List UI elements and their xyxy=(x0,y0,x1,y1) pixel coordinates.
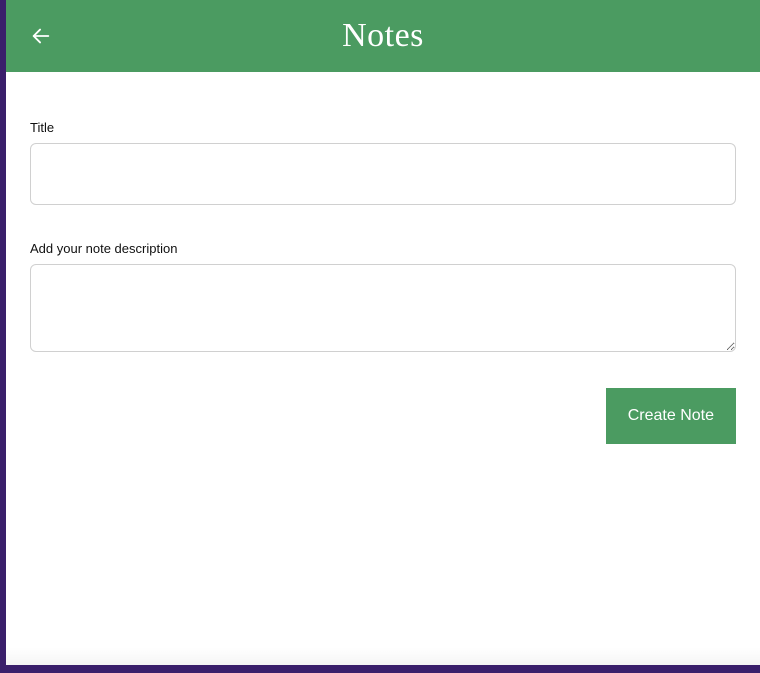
back-button[interactable] xyxy=(30,25,52,47)
page-title-wrap: Notes xyxy=(6,17,760,55)
description-field: Add your note description xyxy=(30,241,736,352)
page-title: Notes xyxy=(342,17,424,54)
description-label: Add your note description xyxy=(30,241,736,256)
create-note-button[interactable]: Create Note xyxy=(606,388,736,444)
form-actions: Create Note xyxy=(30,388,736,444)
title-input[interactable] xyxy=(30,143,736,205)
description-textarea[interactable] xyxy=(30,264,736,352)
title-field: Title xyxy=(30,120,736,205)
title-label: Title xyxy=(30,120,736,135)
arrow-left-icon xyxy=(30,25,52,47)
header: Notes xyxy=(6,0,760,72)
app-card: Notes Title Add your note description Cr… xyxy=(6,0,760,665)
note-form: Title Add your note description Create N… xyxy=(6,72,760,468)
